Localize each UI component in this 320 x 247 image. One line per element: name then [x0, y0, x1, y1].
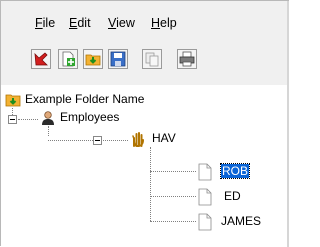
delete-icon: [34, 52, 48, 66]
tree-node-hav[interactable]: HAV: [130, 130, 230, 148]
delete-button[interactable]: [31, 49, 51, 69]
menu-file[interactable]: File: [35, 16, 55, 30]
tree-node-root-label: Example Folder Name: [25, 92, 145, 106]
tree-node-rob-label: ROB: [219, 163, 251, 179]
hand-icon: [132, 132, 144, 147]
tree-line: [150, 171, 196, 172]
menu-edit[interactable]: Edit: [69, 16, 91, 30]
menu-help[interactable]: Help: [151, 16, 177, 30]
folder-icon: [5, 94, 21, 107]
document-icon: [198, 163, 212, 181]
menu-view-rest: iew: [116, 16, 135, 30]
tree-node-root[interactable]: Example Folder Name: [5, 91, 205, 109]
tree-line: [103, 140, 128, 141]
expander-hav[interactable]: [93, 136, 102, 145]
menu-file-rest: ile: [42, 16, 56, 30]
document-icon: [198, 213, 212, 231]
save-button[interactable]: [108, 49, 128, 69]
copy-icon: [145, 52, 159, 67]
window-frame-edge: [287, 1, 289, 247]
copy-button[interactable]: [142, 49, 162, 69]
menu-view[interactable]: View: [108, 16, 135, 30]
tree-node-rob[interactable]: ROB: [198, 163, 278, 181]
tree-node-hav-label: HAV: [152, 131, 176, 145]
tree-node-james[interactable]: JAMES: [198, 213, 286, 231]
open-folder-button[interactable]: [83, 49, 103, 69]
person-icon: [42, 111, 54, 125]
save-icon: [110, 51, 126, 67]
app-window: File Edit View Help Example Folder Name …: [0, 0, 289, 247]
print-button[interactable]: [177, 49, 197, 69]
menu-bar: File Edit View Help: [1, 1, 288, 37]
tree-line: [18, 119, 38, 120]
new-file-icon: [62, 51, 75, 67]
new-file-button[interactable]: [58, 49, 78, 69]
tree-node-ed[interactable]: ED: [198, 188, 278, 206]
tree-line: [150, 221, 196, 222]
tree-node-ed-label: ED: [224, 189, 241, 203]
open-folder-icon: [85, 54, 101, 66]
menu-help-rest: elp: [160, 16, 177, 30]
tree-node-james-label: JAMES: [221, 214, 262, 228]
expander-employees[interactable]: [8, 115, 17, 124]
toolbar: [1, 37, 288, 85]
menu-edit-rest: dit: [77, 16, 91, 30]
menu-view-accel: V: [108, 16, 117, 30]
tree-line: [48, 126, 49, 136]
document-icon: [198, 188, 212, 206]
tree-line: [48, 140, 93, 141]
tree-line: [150, 147, 151, 221]
tree-view[interactable]: Example Folder Name Employees HAV ROB ED…: [1, 85, 288, 247]
menu-file-accel: F: [35, 16, 43, 30]
tree-node-employees-label: Employees: [60, 110, 120, 124]
tree-line: [150, 196, 196, 197]
print-icon: [179, 51, 195, 67]
tree-node-employees[interactable]: Employees: [40, 109, 160, 127]
menu-help-accel: H: [151, 16, 161, 30]
